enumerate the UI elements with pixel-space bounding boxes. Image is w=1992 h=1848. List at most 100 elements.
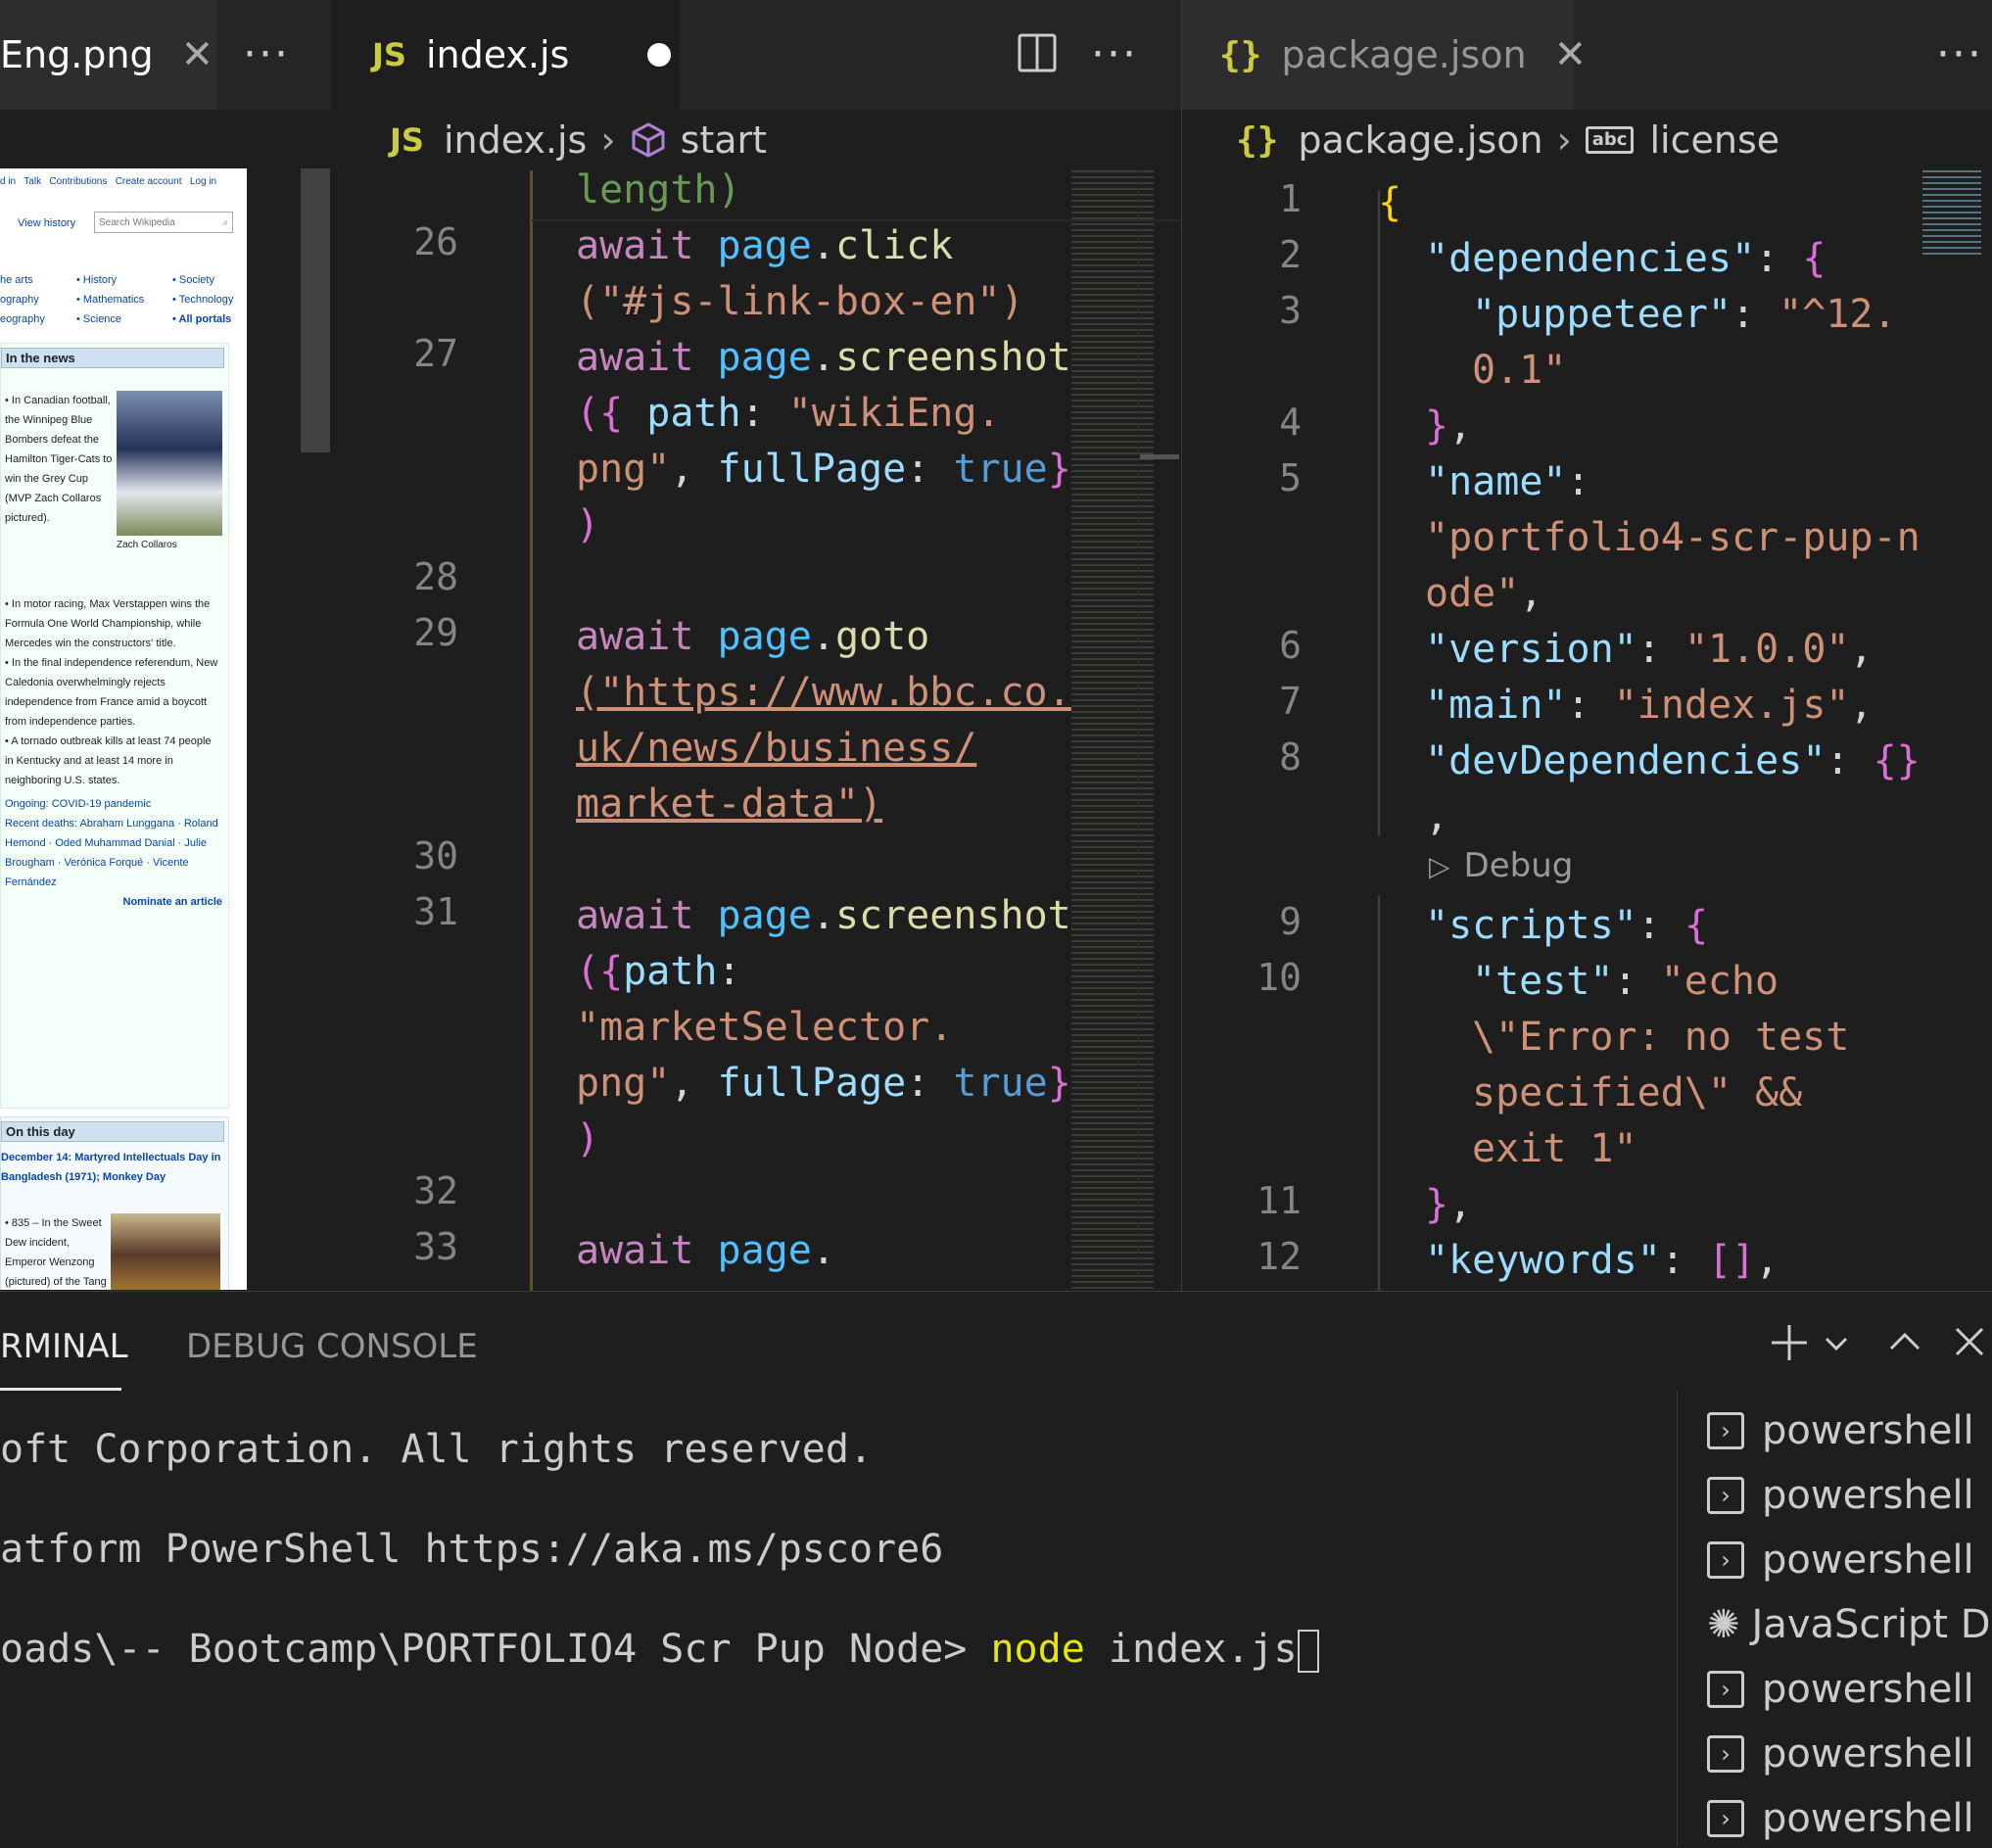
- terminal-prompt-line[interactable]: oads\-- Bootcamp\PORTFOLIO4 Scr Pup Node…: [0, 1627, 1319, 1673]
- terminal-list: › powershell › powershell › powershell ✺ Jav…: [1677, 1392, 1992, 1846]
- code-line: "puppeteer": "^12.: [1472, 292, 1897, 337]
- photo-zach-collaros: [117, 391, 222, 536]
- news-item: • A tornado outbreak kills at least 74 p…: [5, 735, 212, 786]
- otd-list: • 835 – In the Sweet Dew incident, Emper…: [5, 1213, 109, 1290]
- close-icon[interactable]: ✕: [181, 32, 214, 77]
- more-icon[interactable]: ···: [243, 29, 290, 79]
- terminal-icon: ›: [1707, 1477, 1744, 1514]
- line-number: 32: [413, 1169, 458, 1212]
- play-icon: ▷: [1429, 849, 1450, 882]
- bottom-panel: RMINAL DEBUG CONSOLE oft Corporation. Al…: [0, 1291, 1992, 1846]
- code-line: await page.screenshot: [576, 893, 1071, 938]
- tab-terminal[interactable]: RMINAL: [0, 1327, 128, 1366]
- plus-icon[interactable]: [1768, 1321, 1811, 1364]
- line-number: 1: [1279, 177, 1302, 220]
- otd-headline[interactable]: December 14: Martyred Intellectuals Day …: [1, 1142, 228, 1187]
- more-icon[interactable]: ···: [1091, 29, 1138, 79]
- code-line: png", fullPage: true}: [576, 1061, 1071, 1106]
- line-number: 3: [1279, 289, 1302, 332]
- terminal-list-item[interactable]: › powershell: [1707, 1789, 1974, 1848]
- terminal-command: node: [990, 1627, 1085, 1672]
- symbol-string-icon: abc: [1585, 126, 1635, 154]
- terminal-list-item[interactable]: › powershell: [1707, 1466, 1974, 1525]
- breadcrumb-symbol[interactable]: license: [1649, 118, 1779, 162]
- split-editor-icon[interactable]: [1018, 33, 1057, 72]
- tab-index-js[interactable]: JS index.js: [331, 0, 680, 110]
- wiki-otd-heading: On this day: [1, 1121, 224, 1142]
- code-editor-js[interactable]: 26 27 28 29 30 31 32 33 length) await pa…: [331, 170, 1181, 1291]
- code-line: ): [576, 1116, 600, 1161]
- terminal-list-item[interactable]: › powershell: [1707, 1531, 1974, 1589]
- code-line: specified\" &&: [1472, 1070, 1803, 1115]
- line-number: 2: [1279, 233, 1302, 276]
- wiki-view-history[interactable]: View history: [18, 217, 75, 229]
- breadcrumb-file[interactable]: index.js: [444, 118, 587, 162]
- code-line: await page.goto: [576, 614, 930, 659]
- tab-label: Eng.png: [0, 33, 154, 76]
- terminal-list-item[interactable]: › powershell: [1707, 1725, 1974, 1783]
- code-line: },: [1425, 1182, 1473, 1227]
- terminal-list-item[interactable]: ✺JavaScript D...: [1707, 1595, 1992, 1654]
- line-number: 31: [413, 890, 458, 933]
- minimap[interactable]: [1922, 170, 1981, 259]
- search-icon[interactable]: ⌕: [222, 213, 228, 234]
- terminal-icon: ›: [1707, 1671, 1744, 1708]
- json-file-icon: {}: [1236, 119, 1279, 161]
- wiki-news-heading: In the news: [1, 348, 224, 368]
- debug-codelens[interactable]: ▷ Debug: [1429, 846, 1573, 885]
- wiki-otd-box: On this day December 14: Martyred Intell…: [0, 1116, 229, 1290]
- terminal-cursor: [1297, 1630, 1319, 1673]
- code-line: ): [576, 502, 600, 547]
- code-line: ({ path: "wikiEng.: [576, 391, 1001, 436]
- ongoing-link[interactable]: Ongoing: COVID-19 pandemic: [5, 794, 222, 814]
- terminal-icon: ›: [1707, 1735, 1744, 1773]
- scrollbar-track[interactable]: [1982, 170, 1992, 1291]
- line-number: 5: [1279, 456, 1302, 499]
- terminal-list-item[interactable]: › powershell: [1707, 1660, 1974, 1719]
- terminal-output-line: oft Corporation. All rights reserved.: [0, 1427, 874, 1472]
- code-line: await page.screenshot: [576, 335, 1071, 380]
- tab-package-json[interactable]: {} package.json ✕: [1182, 0, 1587, 110]
- active-tab-underline: [0, 1388, 121, 1391]
- code-line: "version": "1.0.0",: [1425, 627, 1873, 672]
- code-line[interactable]: uk/news/business/: [576, 721, 976, 777]
- code-line: \"Error: no test: [1472, 1015, 1850, 1060]
- code-editor-json[interactable]: 1 2 3 4 5 6 7 8 9 10 11 12 { "dependenci…: [1182, 170, 1992, 1291]
- close-icon[interactable]: ✕: [1554, 32, 1588, 77]
- scrollbar-thumb[interactable]: [301, 168, 330, 452]
- news-item: • In Canadian football, the Winnipeg Blu…: [5, 395, 113, 524]
- code-line[interactable]: ("https://www.bbc.co.: [576, 665, 1071, 721]
- wiki-portals: he arts • History • Society ography • Mathe…: [0, 274, 234, 325]
- more-icon[interactable]: ···: [1936, 29, 1983, 79]
- line-number: 29: [413, 611, 458, 654]
- chevron-down-icon[interactable]: [1824, 1331, 1849, 1356]
- code-line: length): [576, 170, 741, 213]
- indent-guide: [1378, 895, 1380, 1291]
- terminal-list-item[interactable]: › powershell: [1707, 1401, 1974, 1460]
- breadcrumb: {} package.json › abc license: [1236, 110, 1779, 170]
- breadcrumb-symbol[interactable]: start: [681, 118, 768, 162]
- code-line[interactable]: market-data"): [576, 777, 882, 832]
- terminal-icon: ›: [1707, 1541, 1744, 1579]
- close-icon[interactable]: [1953, 1325, 1986, 1358]
- line-number: 33: [413, 1225, 458, 1268]
- code-line: ,: [1425, 794, 1449, 839]
- middle-tab-bar: JS index.js ···: [331, 0, 1181, 110]
- nominate-link[interactable]: Nominate an article: [5, 892, 222, 912]
- code-line: },: [1425, 403, 1473, 449]
- wiki-search-input[interactable]: Search Wikipedia ⌕: [94, 212, 233, 233]
- line-number: 10: [1257, 956, 1302, 999]
- unsaved-dot-icon[interactable]: [647, 43, 672, 67]
- tab-eng-png[interactable]: Eng.png ✕: [0, 0, 217, 110]
- js-file-icon: JS: [390, 121, 424, 159]
- wiki-news-list-wide: • In motor racing, Max Verstappen wins t…: [5, 594, 222, 912]
- breadcrumb-file[interactable]: package.json: [1298, 118, 1542, 162]
- tab-debug-console[interactable]: DEBUG CONSOLE: [186, 1327, 478, 1366]
- js-file-icon: JS: [372, 36, 406, 73]
- code-line: "scripts": {: [1425, 903, 1709, 948]
- chevron-up-icon[interactable]: [1888, 1325, 1921, 1358]
- scrollbar-thumb[interactable]: [1140, 454, 1179, 459]
- recent-deaths[interactable]: Recent deaths: Abraham Lunggana · Roland…: [5, 814, 222, 892]
- scrollbar-track[interactable]: [1138, 170, 1181, 1291]
- line-number: 8: [1279, 735, 1302, 779]
